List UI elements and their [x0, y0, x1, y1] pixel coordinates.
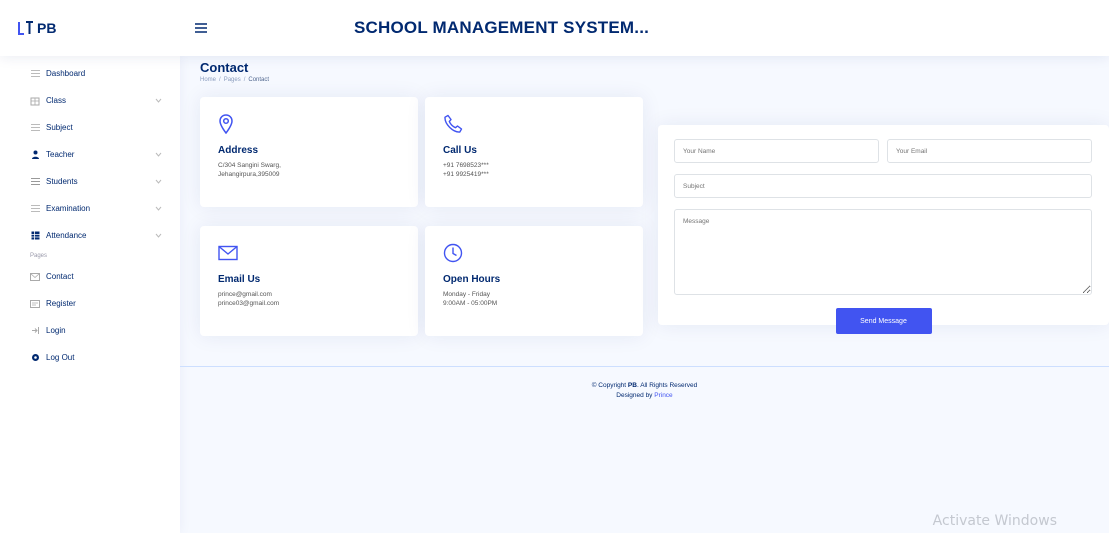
subject-input[interactable]	[674, 174, 1092, 198]
footer: © Copyright PB. All Rights Reserved Desi…	[180, 366, 1109, 401]
sidebar: Dashboard Class Subject Teacher Students…	[0, 56, 180, 533]
building-icon	[30, 96, 40, 106]
hamburger-icon	[195, 23, 207, 33]
email-input[interactable]	[887, 139, 1092, 163]
hours-text: Monday - Friday 9:00AM - 05:00PM	[443, 291, 498, 307]
sidebar-item-teacher[interactable]: Teacher	[0, 141, 180, 168]
designer-link[interactable]: Prince	[654, 392, 672, 399]
chevron-down-icon	[154, 97, 162, 105]
main-content: Contact Home / Pages / Contact Address C…	[180, 56, 1109, 533]
list-icon	[30, 177, 40, 187]
gear-icon	[30, 353, 40, 363]
telephone-icon	[443, 113, 625, 135]
document-icon	[30, 204, 40, 214]
chevron-down-icon	[154, 205, 162, 213]
clock-icon	[443, 242, 625, 264]
chevron-down-icon	[154, 232, 162, 240]
name-input[interactable]	[674, 139, 879, 163]
breadcrumb-pages[interactable]: Pages	[224, 77, 241, 83]
call-text: +91 7698523*** +91 9925419***	[443, 162, 489, 178]
breadcrumb-home[interactable]: Home	[200, 77, 216, 83]
chevron-down-icon	[154, 151, 162, 159]
logo-icon	[18, 21, 33, 35]
sidebar-item-contact[interactable]: Contact	[0, 263, 180, 290]
hamburger-menu-button[interactable]	[188, 15, 214, 41]
message-textarea[interactable]	[674, 209, 1092, 295]
address-title: Address	[218, 145, 259, 156]
envelope-icon	[30, 272, 40, 282]
logo-text: PB	[37, 20, 57, 36]
send-message-button[interactable]: Send Message	[835, 308, 932, 334]
designed-by-text: Designed by Prince	[616, 392, 673, 399]
sidebar-item-class[interactable]: Class	[0, 87, 180, 114]
email-title: Email Us	[218, 274, 261, 285]
email-card: Email Us prince@gmail.com prince03@gmail…	[200, 226, 418, 336]
envelope-icon	[218, 242, 400, 264]
breadcrumb-current: Contact	[248, 77, 270, 83]
sidebar-heading-pages: Pages	[30, 253, 48, 259]
activate-windows-watermark: Activate Windows	[932, 513, 1057, 529]
geo-pin-icon	[218, 113, 400, 135]
page-title: Contact	[200, 60, 249, 75]
card-icon	[30, 299, 40, 309]
sidebar-item-login[interactable]: Login	[0, 317, 180, 344]
sidebar-item-subject[interactable]: Subject	[0, 114, 180, 141]
address-text: C/304 Sangini Swarg, Jehangirpura,395009	[218, 162, 281, 178]
sidebar-item-register[interactable]: Register	[0, 290, 180, 317]
person-icon	[30, 150, 40, 160]
site-title: SCHOOL MANAGEMENT SYSTEM...	[354, 18, 650, 37]
table-icon	[30, 231, 40, 241]
login-icon	[30, 326, 40, 336]
top-header: PB SCHOOL MANAGEMENT SYSTEM...	[0, 0, 1109, 56]
sidebar-item-dashboard[interactable]: Dashboard	[0, 60, 180, 87]
contact-form: Send Message	[658, 125, 1109, 334]
sidebar-item-logout[interactable]: Log Out	[0, 344, 180, 371]
call-card: Call Us +91 7698523*** +91 9925419***	[425, 97, 643, 207]
hours-title: Open Hours	[443, 274, 501, 285]
breadcrumb: Home / Pages / Contact	[200, 77, 270, 83]
logo[interactable]: PB	[0, 20, 180, 36]
chevron-down-icon	[154, 178, 162, 186]
sidebar-item-examination[interactable]: Examination	[0, 195, 180, 222]
email-text: prince@gmail.com prince03@gmail.com	[218, 291, 280, 307]
menu-icon	[30, 123, 40, 133]
grid-icon	[30, 69, 40, 79]
copyright-text: © Copyright PB. All Rights Reserved	[591, 382, 698, 389]
call-title: Call Us	[443, 145, 477, 156]
address-card: Address C/304 Sangini Swarg, Jehangirpur…	[200, 97, 418, 207]
sidebar-item-students[interactable]: Students	[0, 168, 180, 195]
sidebar-item-attendance[interactable]: Attendance	[0, 222, 180, 249]
hours-card: Open Hours Monday - Friday 9:00AM - 05:0…	[425, 226, 643, 336]
